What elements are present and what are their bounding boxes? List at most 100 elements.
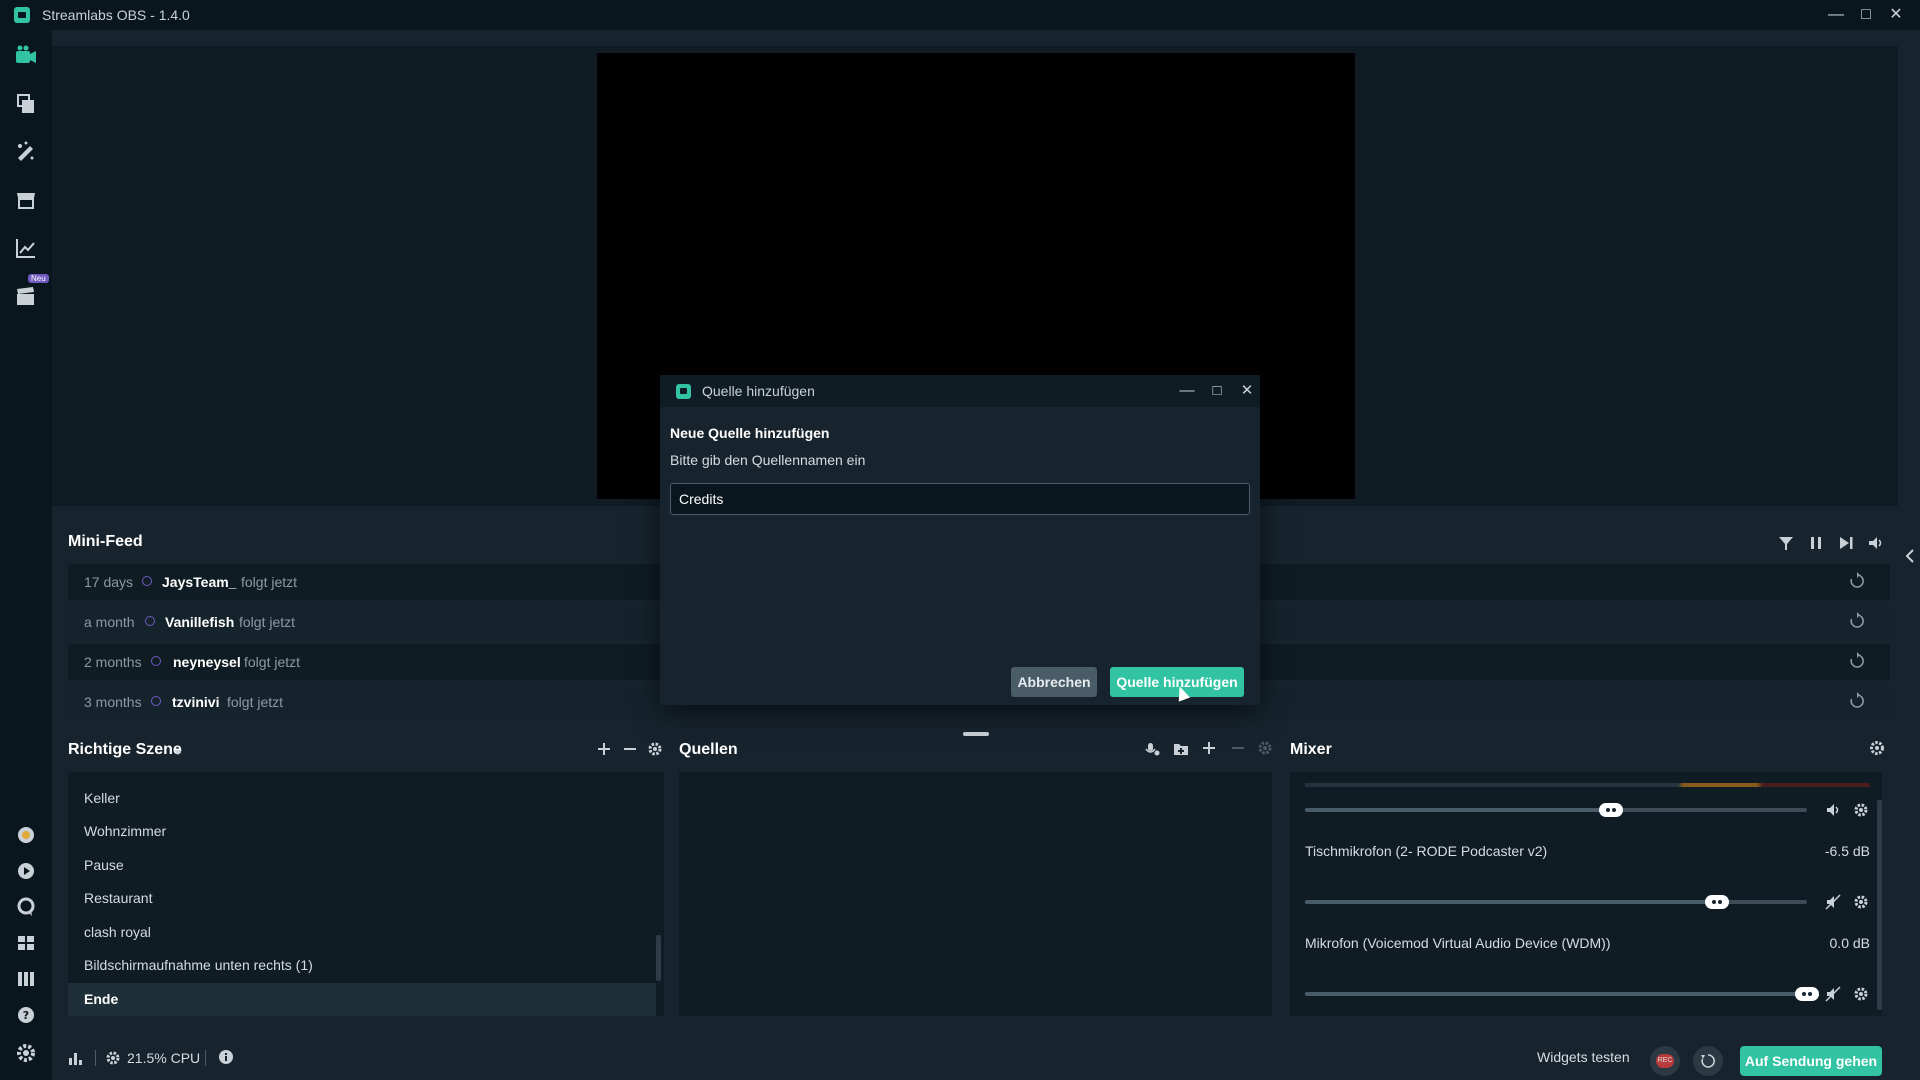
gear-icon[interactable] — [1852, 893, 1870, 911]
volume-slider-knob[interactable] — [1704, 895, 1729, 909]
scene-item[interactable]: Wohnzimmer — [68, 815, 656, 848]
source-name-input[interactable] — [670, 483, 1250, 515]
remove-source-icon[interactable] — [1230, 740, 1246, 756]
volume-slider[interactable] — [1305, 808, 1807, 812]
apps-icon[interactable] — [13, 966, 39, 992]
gear-icon[interactable] — [1852, 801, 1870, 819]
mic-settings-icon[interactable] — [1144, 740, 1162, 758]
remove-scene-icon[interactable] — [622, 741, 638, 757]
themes-icon[interactable] — [13, 91, 39, 117]
replay-icon[interactable] — [1848, 652, 1866, 670]
dialog-maximize-button[interactable]: □ — [1206, 380, 1228, 402]
scene-scrollbar[interactable] — [656, 935, 661, 981]
footer — [52, 1040, 1920, 1080]
skip-icon[interactable] — [1836, 533, 1856, 553]
volume-icon[interactable] — [1866, 533, 1886, 553]
cpu-icon — [106, 1051, 120, 1065]
cancel-button[interactable]: Abbrechen — [1011, 667, 1097, 697]
dialog-description: Bitte gib den Quellennamen ein — [670, 452, 866, 468]
widgets-test-link[interactable]: Widgets testen — [1537, 1049, 1630, 1065]
volume-slider[interactable] — [1305, 992, 1807, 996]
layouts-icon[interactable] — [13, 930, 39, 956]
minimize-button[interactable]: — — [1824, 4, 1848, 26]
feed-time: 3 months — [84, 694, 142, 710]
rec-label: REC — [1656, 1054, 1674, 1068]
svg-text:?: ? — [23, 1009, 29, 1022]
filter-icon[interactable] — [1776, 533, 1796, 553]
feed-time: 17 days — [84, 574, 134, 590]
scene-settings-icon[interactable] — [647, 741, 663, 757]
replay-icon[interactable] — [1848, 612, 1866, 630]
editor-icon[interactable] — [13, 43, 39, 69]
volume-slider[interactable] — [1305, 900, 1807, 904]
volume-slider-fill — [1305, 992, 1807, 996]
help-icon[interactable]: ? — [13, 1002, 39, 1028]
go-live-button[interactable]: Auf Sendung gehen — [1740, 1046, 1882, 1076]
new-badge: Neu — [28, 274, 49, 283]
feed-user: tzvinivi — [172, 694, 220, 710]
pause-icon[interactable] — [1806, 533, 1826, 553]
window-title: Streamlabs OBS - 1.4.0 — [42, 7, 190, 23]
dialog-minimize-button[interactable]: — — [1176, 380, 1198, 402]
settings-icon[interactable] — [13, 1040, 39, 1066]
scene-item[interactable]: Pause — [68, 849, 656, 882]
mute-icon[interactable] — [1824, 893, 1842, 911]
sources-title: Quellen — [679, 741, 738, 758]
dialog-close-button[interactable]: ✕ — [1236, 380, 1258, 402]
mute-icon[interactable] — [1824, 985, 1842, 1003]
stats-icon[interactable] — [66, 1049, 84, 1067]
feed-user: Vanillefish — [165, 614, 235, 630]
add-scene-icon[interactable] — [596, 741, 612, 757]
volume-slider-knob[interactable] — [1795, 987, 1819, 1001]
streamlabs-logo-icon — [676, 384, 691, 399]
prime-icon[interactable] — [13, 822, 39, 848]
scene-collection-title[interactable]: Richtige Szene — [68, 741, 182, 759]
scene-item[interactable]: Bildschirmaufnahme unten rechts (1) — [68, 949, 656, 982]
feed-time: 2 months — [84, 654, 142, 670]
source-settings-icon[interactable] — [1257, 740, 1273, 756]
feed-action: folgt jetzt — [241, 574, 298, 590]
close-button[interactable]: ✕ — [1884, 4, 1908, 26]
footer-divider — [95, 1050, 96, 1066]
mixer-title: Mixer — [1290, 741, 1332, 758]
highlighter-icon[interactable] — [13, 283, 39, 309]
gear-icon[interactable] — [1852, 985, 1870, 1003]
feed-action: folgt jetzt — [227, 694, 284, 710]
mixer-channel-db: 0.0 dB — [1829, 935, 1870, 951]
chevron-down-icon[interactable] — [172, 746, 184, 758]
twitch-icon — [151, 656, 161, 666]
store-icon[interactable] — [13, 187, 39, 213]
footer-divider — [205, 1050, 206, 1066]
panel-resize-handle[interactable] — [963, 732, 989, 736]
widgets-icon[interactable] — [13, 139, 39, 165]
scene-item[interactable]: clash royal — [68, 916, 656, 949]
info-icon[interactable] — [217, 1048, 235, 1066]
analytics-icon[interactable] — [13, 235, 39, 261]
volume-slider-knob[interactable] — [1599, 803, 1624, 817]
dashboard-icon[interactable] — [13, 858, 39, 884]
replay-buffer-button[interactable] — [1693, 1046, 1723, 1076]
maximize-button[interactable]: □ — [1854, 4, 1878, 26]
scene-item[interactable]: Keller — [68, 782, 656, 815]
scene-item-active[interactable]: Ende — [68, 983, 656, 1016]
chevron-left-icon[interactable] — [1904, 548, 1916, 564]
mixer-settings-icon[interactable] — [1868, 739, 1886, 757]
minifeed-title: Mini-Feed — [68, 533, 143, 550]
record-button[interactable]: REC — [1650, 1046, 1680, 1076]
mixer-scrollbar[interactable] — [1877, 800, 1882, 1010]
replay-icon[interactable] — [1848, 692, 1866, 710]
speaker-icon[interactable] — [1824, 801, 1842, 819]
sources-list — [679, 772, 1272, 1016]
mixer-channel-name: Mikrofon (Voicemod Virtual Audio Device … — [1305, 935, 1611, 951]
add-source-icon[interactable] — [1201, 740, 1217, 756]
add-folder-icon[interactable] — [1172, 740, 1190, 758]
scene-item[interactable]: Restaurant — [68, 882, 656, 915]
twitch-icon — [142, 576, 152, 586]
chat-icon[interactable] — [13, 894, 39, 920]
dialog-title: Quelle hinzufügen — [702, 383, 815, 399]
cpu-usage: 21.5% CPU — [127, 1050, 201, 1066]
streamlabs-logo-icon — [14, 7, 30, 23]
dialog-heading: Neue Quelle hinzufügen — [670, 425, 830, 441]
replay-icon[interactable] — [1848, 572, 1866, 590]
volume-slider-fill — [1305, 900, 1717, 904]
